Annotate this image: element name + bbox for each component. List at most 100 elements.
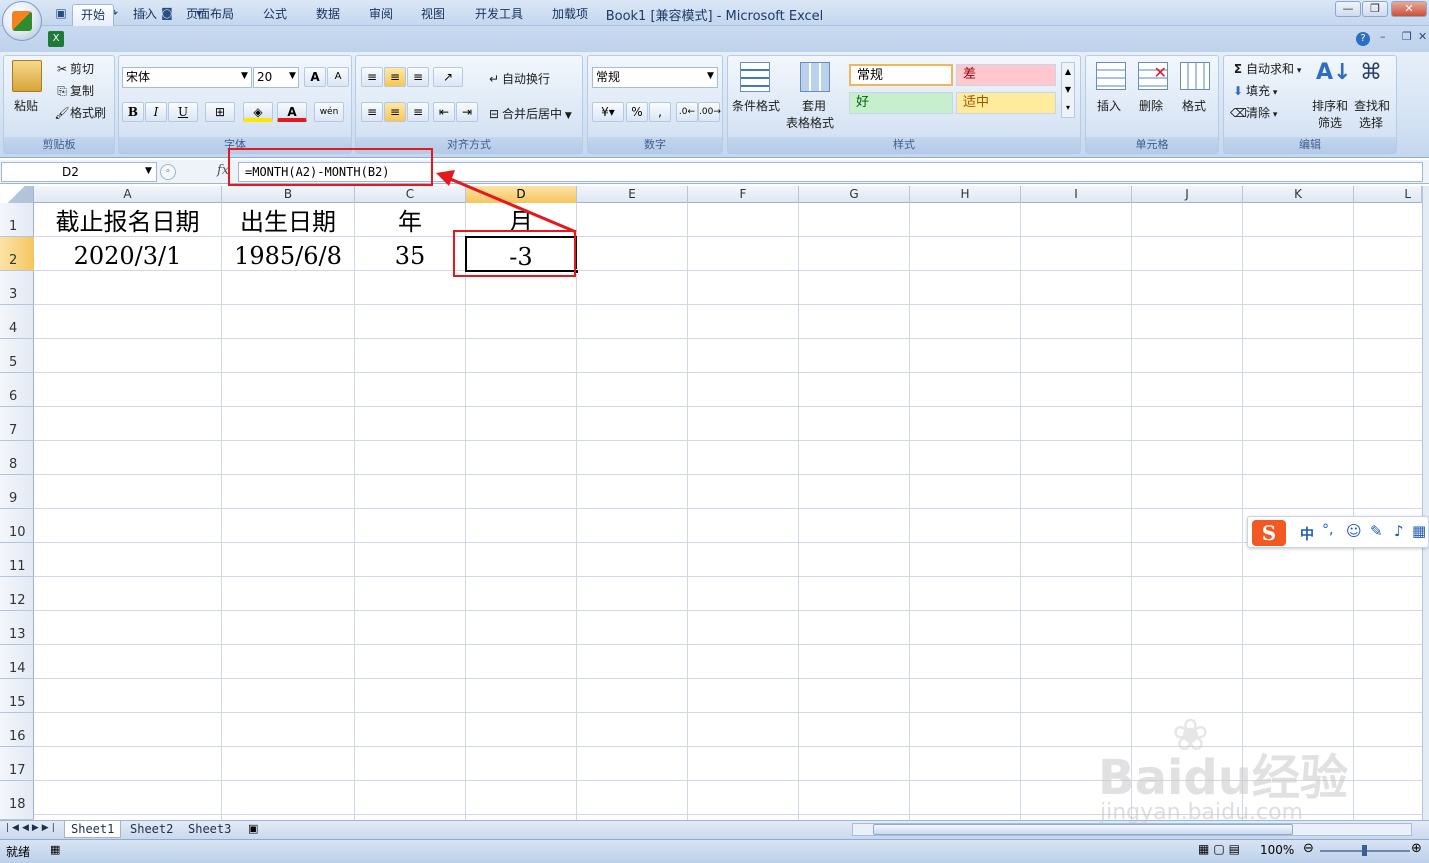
worksheet-grid[interactable]: 截止报名日期 出生日期 年 月 2020/3/1 1985/6/8 35 -3 — [34, 203, 1422, 820]
wrap-text-button[interactable]: ↵ 自动换行 — [486, 70, 550, 87]
cell-b1[interactable]: 出生日期 — [222, 203, 354, 237]
maximize-button[interactable]: ❐ — [1362, 1, 1388, 17]
column-header-a[interactable]: A — [34, 186, 222, 203]
find-select-button-line2[interactable]: 选择 — [1359, 114, 1383, 131]
paste-icon[interactable] — [12, 60, 42, 92]
style-bad[interactable]: 差 — [956, 64, 1056, 86]
cell-d2-selected[interactable]: -3 — [465, 236, 577, 272]
copy-button[interactable]: ⎘ 复制 — [54, 82, 94, 99]
column-header-f[interactable]: F — [688, 186, 799, 203]
column-header-g[interactable]: G — [799, 186, 910, 203]
align-right-button[interactable]: ≡ — [407, 102, 429, 122]
row-header[interactable]: 4 — [0, 305, 34, 339]
tab-formulas[interactable]: 公式 — [255, 4, 295, 26]
sort-filter-button-line2[interactable]: 筛选 — [1318, 114, 1342, 131]
percent-button[interactable]: % — [626, 102, 648, 122]
bold-button[interactable]: B — [122, 102, 144, 122]
row-header[interactable]: 11 — [0, 543, 34, 577]
row-header[interactable]: 8 — [0, 441, 34, 475]
row-header[interactable]: 10 — [0, 509, 34, 543]
clear-button[interactable]: ⌫清除 ▾ — [1230, 104, 1277, 121]
emoji-icon[interactable]: ☺ — [1346, 522, 1362, 540]
zoom-in-icon[interactable]: ⊕ — [1411, 841, 1422, 856]
formula-input[interactable]: =MONTH(A2)-MONTH(B2) — [238, 162, 1423, 182]
format-cells-button[interactable]: 格式 — [1182, 97, 1206, 114]
tab-developer[interactable]: 开发工具 — [467, 4, 531, 26]
phonetic-button[interactable]: wén — [314, 102, 344, 122]
tab-home[interactable]: 开始 — [72, 4, 115, 26]
increase-decimal-button[interactable]: .0← — [676, 102, 698, 122]
tab-page-layout[interactable]: 页面布局 — [178, 4, 242, 26]
italic-button[interactable]: I — [145, 102, 167, 122]
column-header-h[interactable]: H — [910, 186, 1021, 203]
style-neutral[interactable]: 适中 — [956, 92, 1056, 114]
format-painter-button[interactable]: 🖌格式刷 — [54, 104, 106, 121]
workbook-close-icon[interactable]: ✕ — [1418, 30, 1427, 43]
row-header[interactable]: 1 — [0, 203, 34, 237]
align-bottom-button[interactable]: ≡ — [407, 67, 429, 87]
zoom-slider-thumb[interactable] — [1362, 845, 1367, 856]
pen-icon[interactable]: ✎ — [1370, 522, 1383, 540]
row-header[interactable]: 13 — [0, 611, 34, 645]
sheet-nav-arrows-icon[interactable]: |◀◀▶▶| — [6, 823, 58, 833]
cell-b2[interactable]: 1985/6/8 — [222, 237, 354, 271]
row-header[interactable]: 9 — [0, 475, 34, 509]
merge-center-button[interactable]: ⊟ 合并后居中 ▼ — [486, 105, 572, 122]
shrink-font-button[interactable]: A — [327, 67, 349, 87]
minimize-button[interactable]: — — [1335, 1, 1361, 17]
expand-icon[interactable]: ◦ — [160, 164, 176, 180]
name-box[interactable]: D2 — [1, 162, 157, 182]
keyboard-icon[interactable]: ▦ — [1412, 522, 1426, 540]
ime-toolbar[interactable]: S 中 °, ☺ ✎ ♪ ▦ — [1247, 516, 1429, 548]
cell-a1[interactable]: 截止报名日期 — [34, 203, 221, 237]
column-header-l[interactable]: L — [1354, 186, 1422, 203]
table-format-button-line1[interactable]: 套用 — [802, 97, 826, 114]
align-center-button[interactable]: ≡ — [384, 102, 406, 122]
comma-button[interactable]: , — [649, 102, 671, 122]
styles-gallery-scroll[interactable]: ▲ ▼ ▾ — [1061, 62, 1075, 118]
row-header[interactable]: 15 — [0, 679, 34, 713]
cut-button[interactable]: ✂ 剪切 — [54, 60, 94, 77]
align-middle-button[interactable]: ≡ — [384, 67, 406, 87]
column-header-d[interactable]: D — [466, 186, 577, 203]
currency-button[interactable]: ¥▾ — [592, 102, 624, 122]
row-header[interactable]: 18 — [0, 781, 34, 820]
column-header-i[interactable]: I — [1021, 186, 1132, 203]
ribbon-minimize-icon[interactable]: – — [1380, 30, 1386, 43]
insert-cells-button[interactable]: 插入 — [1097, 97, 1121, 114]
increase-indent-button[interactable]: ⇥ — [456, 102, 478, 122]
fill-button[interactable]: ⬇ 填充 ▾ — [1230, 82, 1277, 99]
underline-button[interactable]: U — [168, 102, 198, 122]
orientation-button[interactable]: ↗ — [433, 67, 463, 87]
microphone-icon[interactable]: ♪ — [1394, 522, 1404, 540]
row-header[interactable]: 3 — [0, 271, 34, 305]
align-top-button[interactable]: ≡ — [361, 67, 383, 87]
font-name-select[interactable]: 宋体 — [122, 67, 252, 88]
align-left-button[interactable]: ≡ — [361, 102, 383, 122]
insert-function-icon[interactable]: fx — [217, 163, 229, 178]
column-header-k[interactable]: K — [1243, 186, 1354, 203]
number-format-select[interactable]: 常规 — [592, 67, 718, 88]
row-header[interactable]: 5 — [0, 339, 34, 373]
zoom-level[interactable]: 100% — [1260, 843, 1294, 857]
cell-d1[interactable]: 月 — [466, 203, 576, 237]
row-header[interactable]: 14 — [0, 645, 34, 679]
sort-filter-button-line1[interactable]: 排序和 — [1312, 97, 1348, 114]
row-header[interactable]: 6 — [0, 373, 34, 407]
close-button[interactable]: ✕ — [1391, 1, 1427, 17]
paste-button[interactable]: 粘贴 — [14, 97, 38, 114]
tab-view[interactable]: 视图 — [413, 4, 453, 26]
autosum-button[interactable]: Σ 自动求和 ▾ — [1230, 60, 1302, 77]
row-header[interactable]: 16 — [0, 713, 34, 747]
font-color-button[interactable]: A — [277, 102, 307, 122]
row-header[interactable]: 2 — [0, 237, 34, 271]
borders-button[interactable]: ⊞ — [205, 102, 235, 122]
style-normal[interactable]: 常规 — [849, 64, 953, 86]
ime-punct-toggle[interactable]: °, — [1322, 522, 1333, 538]
macro-record-icon[interactable]: ▦ — [50, 843, 60, 856]
find-select-button-line1[interactable]: 查找和 — [1354, 97, 1390, 114]
ime-mode-toggle[interactable]: 中 — [1300, 524, 1314, 544]
table-format-button-line2[interactable]: 表格格式 — [786, 114, 834, 131]
sheet-tab-1[interactable]: Sheet1 — [64, 821, 122, 838]
sheet-tab-2[interactable]: Sheet2 — [124, 821, 179, 838]
